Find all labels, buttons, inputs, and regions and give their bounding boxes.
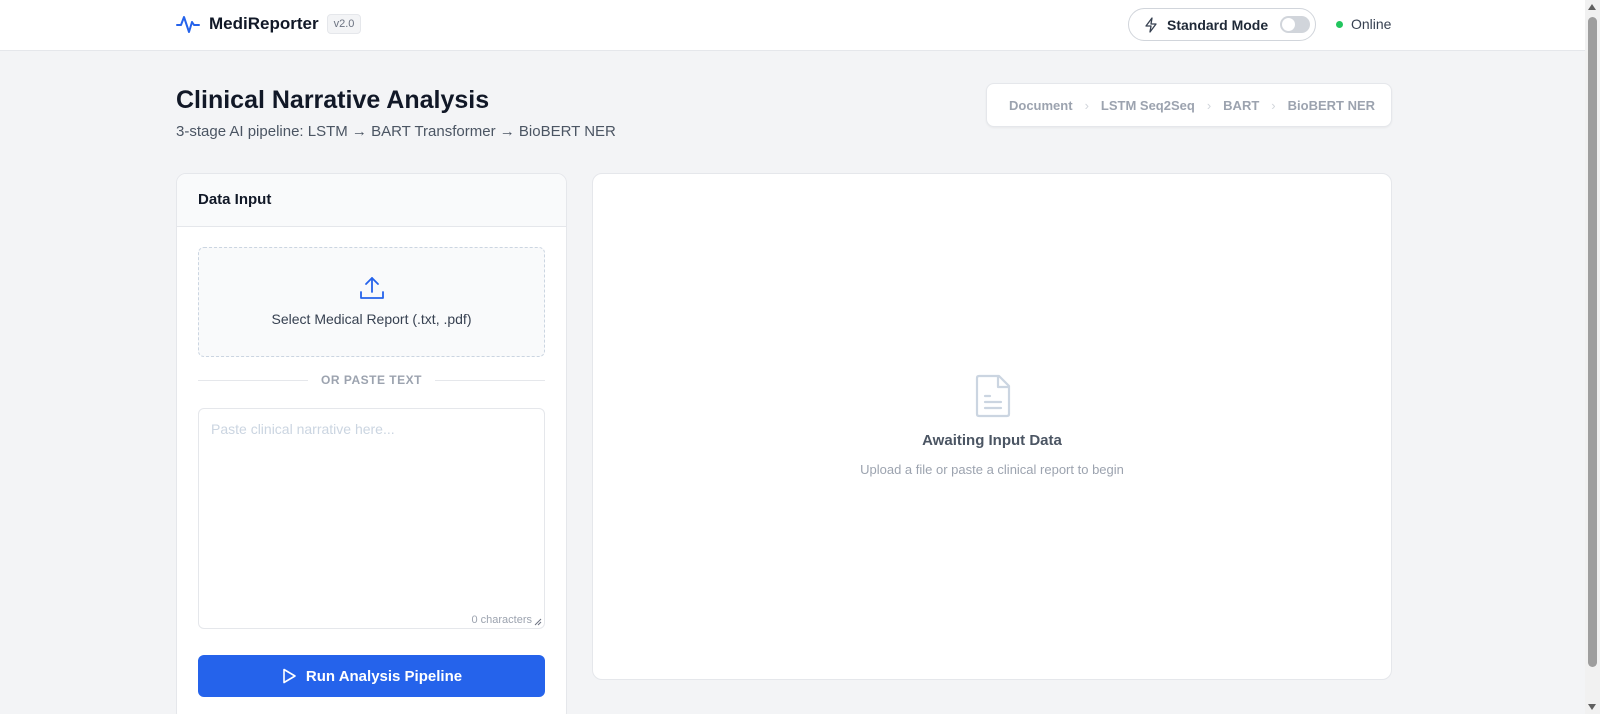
chevron-right-icon: › bbox=[1084, 97, 1089, 113]
play-icon bbox=[283, 668, 296, 684]
narrative-textarea[interactable] bbox=[199, 409, 544, 628]
chevron-right-icon: › bbox=[1206, 97, 1212, 113]
pipeline-step-biobert: BioBERT NER bbox=[1287, 97, 1376, 113]
resize-handle-icon[interactable] bbox=[534, 618, 542, 626]
file-upload-dropzone[interactable]: Select Medical Report (.txt, .pdf) bbox=[198, 247, 545, 357]
status-text: Online bbox=[1351, 16, 1392, 32]
version-badge: v2.0 bbox=[326, 14, 362, 34]
mode-toggle-switch[interactable] bbox=[1280, 16, 1311, 33]
pipeline-step-lstm: LSTM Seq2Seq bbox=[1100, 97, 1195, 113]
character-count: 0 characters bbox=[471, 614, 532, 626]
toggle-knob bbox=[1282, 18, 1296, 31]
brand[interactable]: MediReporter v2.0 bbox=[176, 13, 362, 35]
scrollbar-thumb[interactable] bbox=[1588, 17, 1597, 667]
status-dot-icon bbox=[1336, 20, 1343, 28]
mode-label: Standard Mode bbox=[1167, 16, 1269, 33]
top-header: MediReporter v2.0 Standard Mode Online bbox=[0, 0, 1585, 51]
pipeline-step-bart: BART bbox=[1223, 97, 1260, 113]
card-title: Data Input bbox=[177, 174, 566, 227]
run-analysis-button[interactable]: Run Analysis Pipeline bbox=[198, 655, 545, 697]
upload-label: Select Medical Report (.txt, .pdf) bbox=[271, 311, 472, 327]
upload-icon bbox=[360, 277, 384, 299]
app-name: MediReporter bbox=[209, 14, 319, 33]
lightning-bolt-icon bbox=[1145, 16, 1157, 33]
activity-pulse-icon bbox=[176, 16, 200, 33]
narrative-textarea-wrapper: 0 characters bbox=[198, 408, 545, 629]
results-panel: Awaiting Input Data Upload a file or pas… bbox=[592, 173, 1392, 680]
page-subtitle: 3-stage AI pipeline: LSTM → BART Transfo… bbox=[176, 123, 616, 140]
chevron-right-icon: › bbox=[1271, 97, 1276, 113]
or-divider: OR PASTE TEXT bbox=[198, 372, 545, 388]
scroll-up-arrow-icon[interactable] bbox=[1588, 4, 1596, 10]
divider-text: OR PASTE TEXT bbox=[321, 373, 422, 387]
empty-state-subtitle: Upload a file or paste a clinical report… bbox=[860, 462, 1124, 477]
scroll-down-arrow-icon[interactable] bbox=[1588, 704, 1596, 710]
mode-toggle-pill[interactable]: Standard Mode bbox=[1128, 8, 1316, 41]
empty-state-title: Awaiting Input Data bbox=[922, 432, 1062, 449]
page-title: Clinical Narrative Analysis bbox=[176, 86, 490, 114]
connection-status: Online bbox=[1336, 16, 1391, 32]
document-icon bbox=[975, 374, 1011, 418]
page-scrollbar[interactable] bbox=[1585, 0, 1600, 714]
pipeline-step-document: Document bbox=[1009, 97, 1073, 113]
data-input-card: Data Input Select Medical Report (.txt, … bbox=[176, 173, 567, 714]
run-button-label: Run Analysis Pipeline bbox=[305, 667, 463, 685]
pipeline-breadcrumb: Document › LSTM Seq2Seq › BART › BioBERT… bbox=[986, 83, 1392, 127]
